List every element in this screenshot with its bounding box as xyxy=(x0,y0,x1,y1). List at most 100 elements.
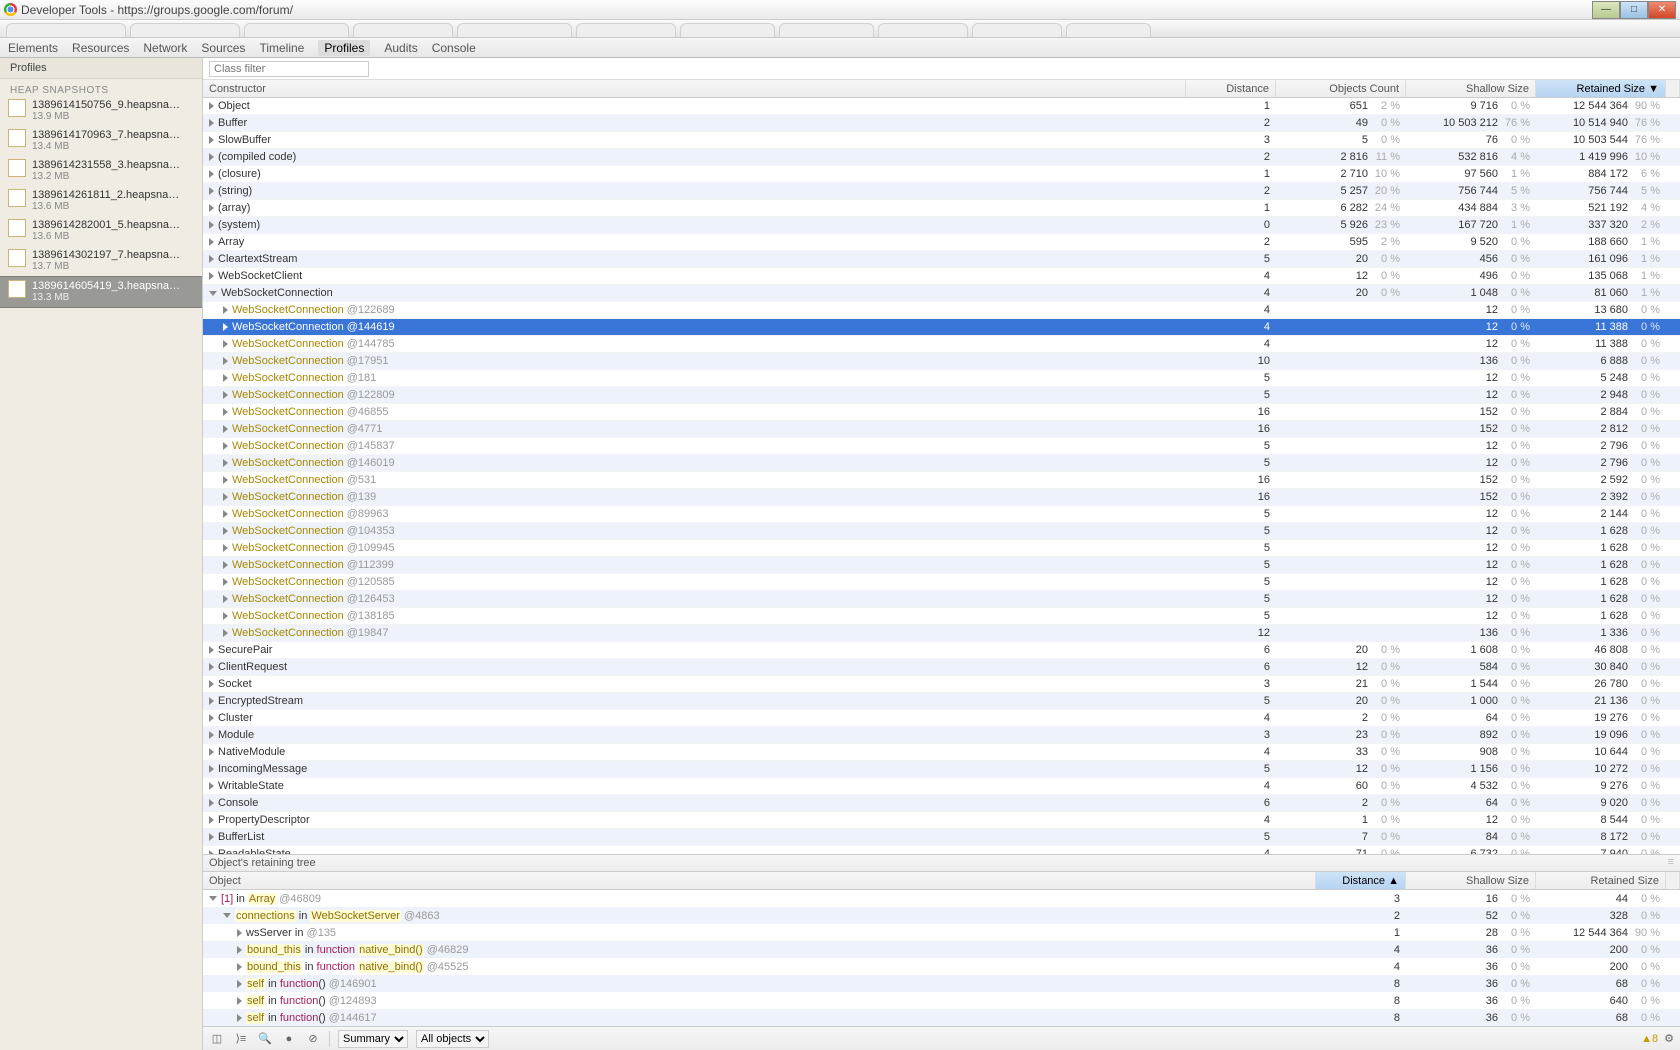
constructor-row[interactable]: WebSocketConnection @146019 5 120 % 2 79… xyxy=(203,455,1680,472)
rcol-object[interactable]: Object xyxy=(203,872,1316,889)
constructor-row[interactable]: CleartextStream 5 200 % 4560 % 161 0961 … xyxy=(203,251,1680,268)
constructor-row[interactable]: WebSocketConnection @120585 5 120 % 1 62… xyxy=(203,574,1680,591)
constructor-row[interactable]: BufferList 5 70 % 840 % 8 1720 % xyxy=(203,829,1680,846)
constructor-row[interactable]: WebSocketConnection @104353 5 120 % 1 62… xyxy=(203,523,1680,540)
class-filter-input[interactable] xyxy=(209,61,369,77)
warning-badge[interactable]: ▲8 xyxy=(1641,1033,1658,1045)
disclosure-triangle-icon[interactable] xyxy=(209,833,214,841)
disclosure-triangle-icon[interactable] xyxy=(223,578,228,586)
panel-tab-profiles[interactable]: Profiles xyxy=(318,40,370,56)
disclosure-triangle-icon[interactable] xyxy=(209,714,214,722)
rcol-distance[interactable]: Distance ▲ xyxy=(1316,872,1406,889)
constructor-row[interactable]: WebSocketConnection @181 5 120 % 5 2480 … xyxy=(203,370,1680,387)
disclosure-triangle-icon[interactable] xyxy=(209,680,214,688)
disclosure-triangle-icon[interactable] xyxy=(209,221,214,229)
browser-tab[interactable] xyxy=(244,23,349,37)
disclosure-triangle-icon[interactable] xyxy=(223,527,228,535)
browser-tab[interactable] xyxy=(1066,23,1151,37)
snapshot-item[interactable]: 1389614231558_3.heapsna… 13.2 MB xyxy=(0,156,202,186)
constructor-row[interactable]: Cluster 4 20 % 640 % 19 2760 % xyxy=(203,710,1680,727)
constructor-row[interactable]: SlowBuffer 3 50 % 760 % 10 503 54476 % xyxy=(203,132,1680,149)
constructor-row[interactable]: ReadableState 4 710 % 6 7320 % 7 9400 % xyxy=(203,846,1680,854)
snapshot-item[interactable]: 1389614605419_3.heapsna… 13.3 MB xyxy=(0,276,202,308)
col-constructor[interactable]: Constructor xyxy=(203,80,1186,97)
constructors-grid[interactable]: Object 1 6512 % 9 7160 % 12 544 36490 % … xyxy=(203,98,1680,854)
disclosure-triangle-icon[interactable] xyxy=(209,646,214,654)
constructor-row[interactable]: WebSocketConnection @109945 5 120 % 1 62… xyxy=(203,540,1680,557)
retainer-row[interactable]: wsServer in @135 1 280 % 12 544 36490 % xyxy=(203,924,1680,941)
panel-tab-timeline[interactable]: Timeline xyxy=(259,41,304,55)
disclosure-triangle-icon[interactable] xyxy=(209,291,217,296)
disclosure-triangle-icon[interactable] xyxy=(223,323,228,331)
col-distance[interactable]: Distance xyxy=(1186,80,1276,97)
settings-gear-icon[interactable]: ⚙ xyxy=(1664,1032,1674,1045)
constructor-row[interactable]: WebSocketConnection @122689 4 120 % 13 6… xyxy=(203,302,1680,319)
view-select[interactable]: Summary xyxy=(338,1030,408,1048)
disclosure-triangle-icon[interactable] xyxy=(209,187,214,195)
constructor-row[interactable]: WebSocketConnection 4 200 % 1 0480 % 81 … xyxy=(203,285,1680,302)
window-maximize-button[interactable]: □ xyxy=(1620,1,1648,19)
disclosure-triangle-icon[interactable] xyxy=(237,980,242,988)
constructor-row[interactable]: WebSocketConnection @4771 16 1520 % 2 81… xyxy=(203,421,1680,438)
disclosure-triangle-icon[interactable] xyxy=(209,153,214,161)
snapshot-item[interactable]: 1389614282001_5.heapsna… 13.6 MB xyxy=(0,216,202,246)
col-shallow-size[interactable]: Shallow Size xyxy=(1406,80,1536,97)
disclosure-triangle-icon[interactable] xyxy=(237,946,242,954)
retainers-splitter[interactable]: Object's retaining tree xyxy=(203,854,1680,872)
window-close-button[interactable]: ✕ xyxy=(1648,1,1676,19)
disclosure-triangle-icon[interactable] xyxy=(209,731,214,739)
col-objects-count[interactable]: Objects Count xyxy=(1276,80,1406,97)
browser-tab[interactable] xyxy=(130,23,240,37)
browser-tab[interactable] xyxy=(680,23,775,37)
search-icon[interactable]: 🔍 xyxy=(257,1031,273,1047)
disclosure-triangle-icon[interactable] xyxy=(209,102,214,110)
constructor-row[interactable]: WritableState 4 600 % 4 5320 % 9 2760 % xyxy=(203,778,1680,795)
constructor-row[interactable]: NativeModule 4 330 % 9080 % 10 6440 % xyxy=(203,744,1680,761)
disclosure-triangle-icon[interactable] xyxy=(223,306,228,314)
disclosure-triangle-icon[interactable] xyxy=(209,238,214,246)
browser-tab[interactable] xyxy=(6,23,126,37)
browser-tab[interactable] xyxy=(779,23,874,37)
constructor-row[interactable]: ClientRequest 6 120 % 5840 % 30 8400 % xyxy=(203,659,1680,676)
disclosure-triangle-icon[interactable] xyxy=(209,816,214,824)
browser-tab[interactable] xyxy=(457,23,572,37)
disclosure-triangle-icon[interactable] xyxy=(223,357,228,365)
constructor-row[interactable]: (compiled code) 2 2 81611 % 532 8164 % 1… xyxy=(203,149,1680,166)
disclosure-triangle-icon[interactable] xyxy=(237,929,242,937)
disclosure-triangle-icon[interactable] xyxy=(223,476,228,484)
disclosure-triangle-icon[interactable] xyxy=(223,544,228,552)
retainer-row[interactable]: bound_this in function native_bind() @45… xyxy=(203,958,1680,975)
disclosure-triangle-icon[interactable] xyxy=(209,255,214,263)
snapshot-item[interactable]: 1389614261811_2.heapsna… 13.6 MB xyxy=(0,186,202,216)
disclosure-triangle-icon[interactable] xyxy=(209,697,214,705)
retainer-row[interactable]: self in function() @144617 8 360 % 680 % xyxy=(203,1009,1680,1026)
constructor-row[interactable]: WebSocketConnection @46855 16 1520 % 2 8… xyxy=(203,404,1680,421)
constructor-row[interactable]: WebSocketConnection @138185 5 120 % 1 62… xyxy=(203,608,1680,625)
disclosure-triangle-icon[interactable] xyxy=(223,391,228,399)
disclosure-triangle-icon[interactable] xyxy=(209,272,214,280)
snapshot-item[interactable]: 1389614302197_7.heapsna… 13.7 MB xyxy=(0,246,202,276)
disclosure-triangle-icon[interactable] xyxy=(209,170,214,178)
dock-icon[interactable]: ◫ xyxy=(209,1031,225,1047)
disclosure-triangle-icon[interactable] xyxy=(237,963,242,971)
constructor-row[interactable]: WebSocketConnection @89963 5 120 % 2 144… xyxy=(203,506,1680,523)
disclosure-triangle-icon[interactable] xyxy=(209,204,214,212)
constructor-row[interactable]: WebSocketClient 4 120 % 4960 % 135 0681 … xyxy=(203,268,1680,285)
disclosure-triangle-icon[interactable] xyxy=(209,799,214,807)
disclosure-triangle-icon[interactable] xyxy=(223,442,228,450)
disclosure-triangle-icon[interactable] xyxy=(237,1014,242,1022)
disclosure-triangle-icon[interactable] xyxy=(209,782,214,790)
disclosure-triangle-icon[interactable] xyxy=(223,561,228,569)
constructor-row[interactable]: Array 2 5952 % 9 5200 % 188 6601 % xyxy=(203,234,1680,251)
disclosure-triangle-icon[interactable] xyxy=(223,913,231,918)
constructor-row[interactable]: SecurePair 6 200 % 1 6080 % 46 8080 % xyxy=(203,642,1680,659)
constructor-row[interactable]: WebSocketConnection @139 16 1520 % 2 392… xyxy=(203,489,1680,506)
panel-tab-sources[interactable]: Sources xyxy=(201,41,245,55)
disclosure-triangle-icon[interactable] xyxy=(209,896,217,901)
rcol-retained[interactable]: Retained Size xyxy=(1536,872,1666,889)
retainer-row[interactable]: connections in WebSocketServer @4863 2 5… xyxy=(203,907,1680,924)
disclosure-triangle-icon[interactable] xyxy=(223,510,228,518)
panel-tab-elements[interactable]: Elements xyxy=(8,41,58,55)
browser-tab[interactable] xyxy=(972,23,1062,37)
disclosure-triangle-icon[interactable] xyxy=(209,765,214,773)
